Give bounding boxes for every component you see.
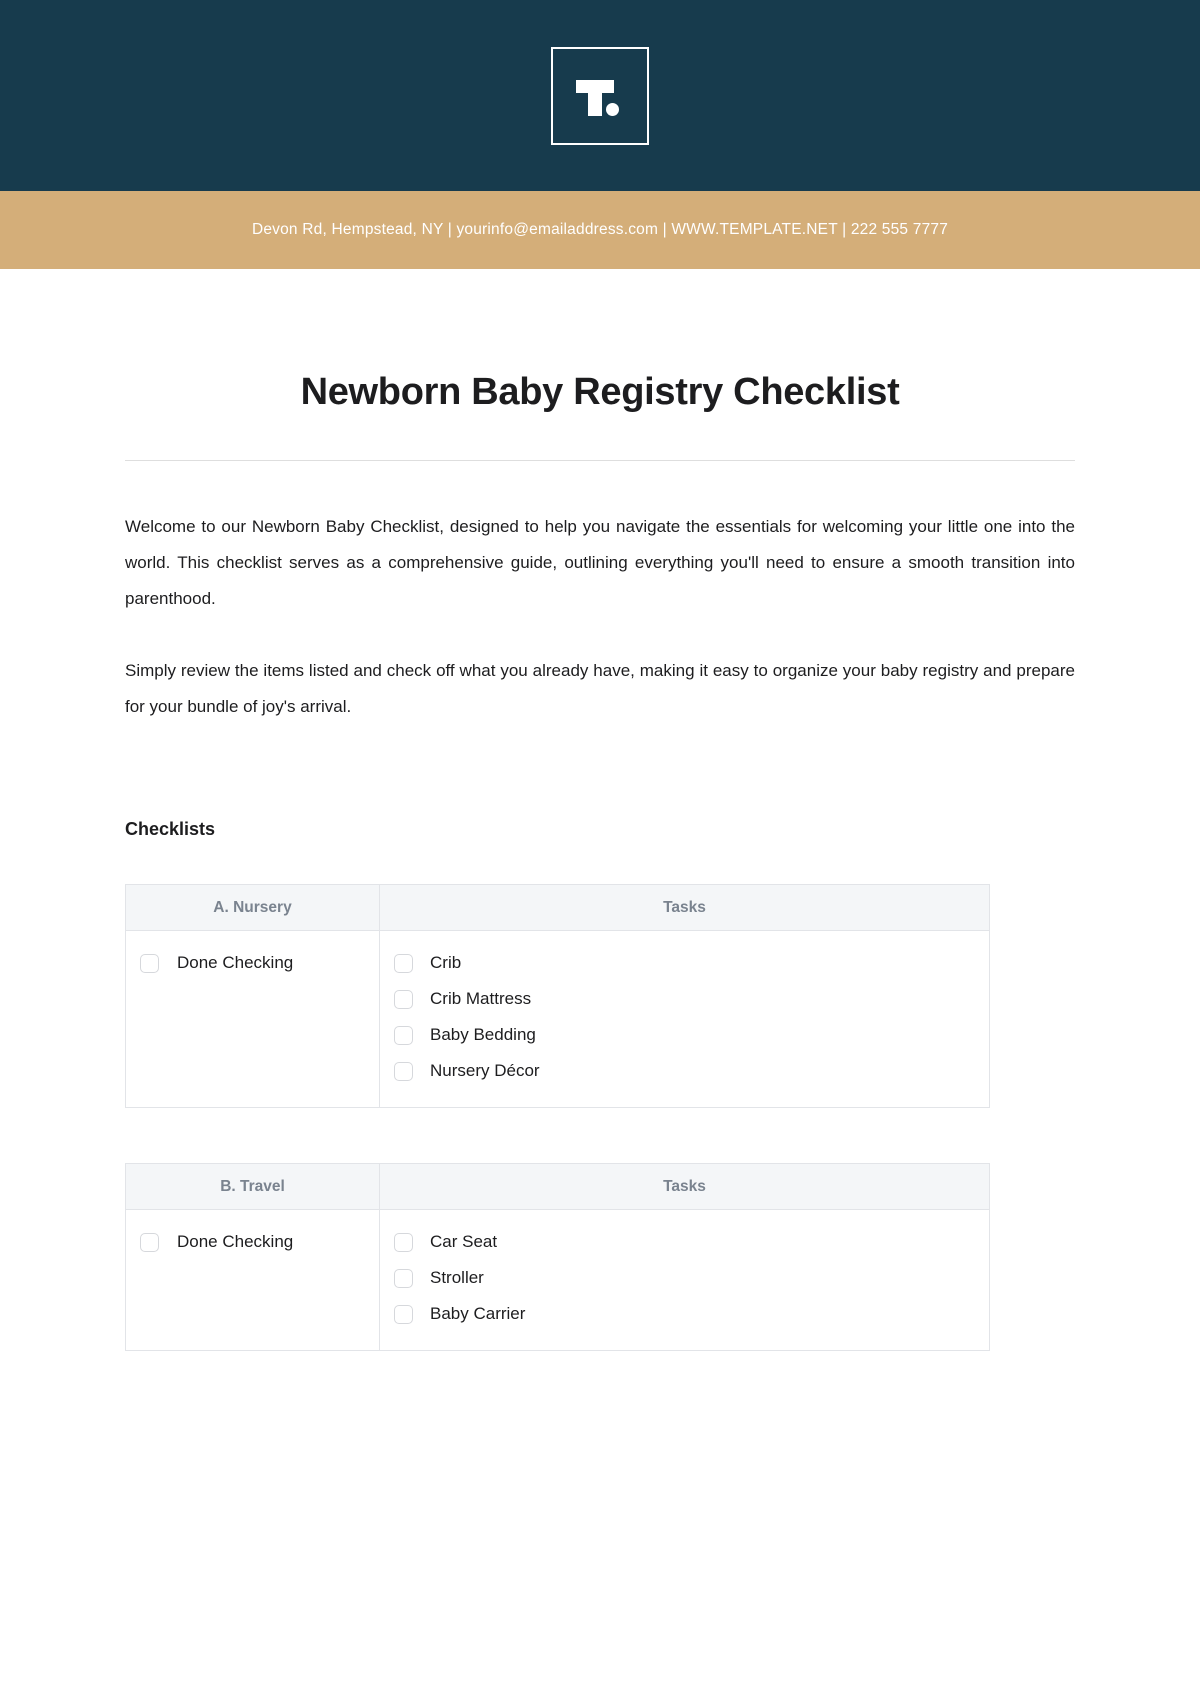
column-header-tasks: Tasks — [379, 884, 990, 931]
done-checking-label: Done Checking — [177, 1232, 294, 1251]
task-label: Nursery Décor — [430, 1061, 540, 1080]
checkbox-icon[interactable] — [394, 1304, 413, 1324]
task-item[interactable]: Baby Bedding — [380, 1017, 989, 1053]
checkbox-icon[interactable] — [140, 1232, 159, 1252]
intro-paragraph-1: Welcome to our Newborn Baby Checklist, d… — [125, 517, 1075, 608]
task-label: Crib Mattress — [430, 989, 532, 1008]
brand-logo — [551, 46, 649, 145]
cell-tasks: Car Seat Stroller Baby Carrier — [379, 1209, 990, 1351]
table-header-row: A. Nursery Tasks — [125, 884, 990, 931]
contact-band: Devon Rd, Hempstead, NY | yourinfo@email… — [0, 191, 1200, 269]
task-item[interactable]: Car Seat — [380, 1224, 989, 1260]
checkbox-icon[interactable] — [394, 1232, 413, 1252]
task-label: Stroller — [430, 1268, 484, 1287]
section-heading-checklists: Checklists — [125, 819, 216, 839]
checklist-table-travel: B. Travel Tasks Done Checking Car Seat S… — [125, 1163, 990, 1351]
checkbox-icon[interactable] — [394, 1025, 413, 1045]
table-row: Done Checking Car Seat Stroller Baby Car… — [125, 1209, 990, 1351]
checkbox-icon[interactable] — [394, 953, 413, 973]
contact-info-text: Devon Rd, Hempstead, NY | yourinfo@email… — [251, 221, 949, 238]
task-item[interactable]: Nursery Décor — [380, 1053, 989, 1089]
task-item[interactable]: Stroller — [380, 1260, 989, 1296]
column-header-category: A. Nursery — [125, 884, 380, 931]
task-label: Crib — [430, 953, 462, 972]
checklist-table-nursery: A. Nursery Tasks Done Checking Crib Crib… — [125, 884, 990, 1108]
checkbox-icon[interactable] — [394, 1061, 413, 1081]
cell-done-checking: Done Checking — [125, 930, 380, 1108]
logo-dot-shape — [606, 102, 619, 116]
task-label: Baby Carrier — [430, 1304, 526, 1323]
task-item[interactable]: Crib Mattress — [380, 981, 989, 1017]
task-item[interactable]: Crib — [380, 945, 989, 981]
document-body: Newborn Baby Registry Checklist Welcome … — [0, 269, 1200, 1351]
header-band — [0, 0, 1200, 191]
template-net-logo-icon — [574, 70, 626, 122]
cell-done-checking: Done Checking — [125, 1209, 380, 1351]
table-row: Done Checking Crib Crib Mattress Baby Be… — [125, 930, 990, 1108]
checkbox-icon[interactable] — [394, 1268, 413, 1288]
cell-tasks: Crib Crib Mattress Baby Bedding Nursery … — [379, 930, 990, 1108]
done-checking-label: Done Checking — [177, 953, 294, 972]
checkbox-icon[interactable] — [140, 953, 159, 973]
intro-paragraph-2: Simply review the items listed and check… — [125, 661, 1075, 716]
task-item[interactable]: Baby Carrier — [380, 1296, 989, 1332]
table-header-row: B. Travel Tasks — [125, 1163, 990, 1210]
done-checking-row[interactable]: Done Checking — [126, 945, 379, 981]
checkbox-icon[interactable] — [394, 989, 413, 1009]
task-label: Baby Bedding — [430, 1025, 536, 1044]
column-header-category: B. Travel — [125, 1163, 380, 1210]
task-label: Car Seat — [430, 1232, 498, 1251]
column-header-tasks: Tasks — [379, 1163, 990, 1210]
page-title: Newborn Baby Registry Checklist — [300, 371, 900, 413]
done-checking-row[interactable]: Done Checking — [126, 1224, 379, 1260]
logo-t-stem-shape — [588, 79, 602, 116]
